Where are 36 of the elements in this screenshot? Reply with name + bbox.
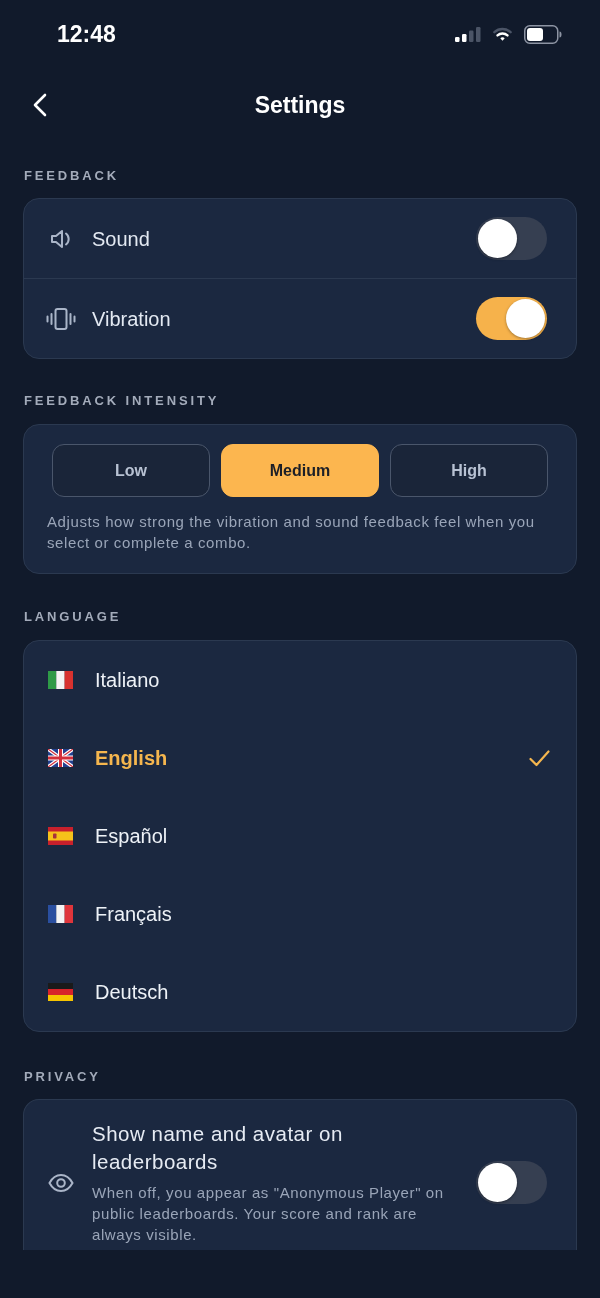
- flag-icon: [48, 749, 73, 767]
- language-option[interactable]: Deutsch: [95, 977, 169, 1007]
- help-text: When off, you appear as "Anonymous Player" on public leaderboards. Your score and rank are always visible.: [92, 1183, 445, 1245]
- section-heading: PRIVACY: [23, 1069, 102, 1085]
- flag-icon: [48, 905, 73, 923]
- section-heading: FEEDBACK: [23, 168, 121, 184]
- battery-icon: [524, 24, 562, 44]
- flag-icon: [48, 983, 73, 1001]
- intensity-option[interactable]: Medium: [221, 444, 379, 497]
- check-icon: [529, 749, 550, 767]
- language-option[interactable]: English: [95, 743, 168, 773]
- setting-label: Show name and avatar on leaderboards: [92, 1121, 344, 1175]
- toggle-switch[interactable]: [476, 1161, 547, 1204]
- wifi-icon: [493, 27, 512, 41]
- language-option[interactable]: Italiano: [95, 665, 160, 695]
- section-heading: FEEDBACK INTENSITY: [23, 393, 221, 409]
- setting-label: Sound: [92, 226, 150, 252]
- eye-icon: [48, 1173, 74, 1192]
- flag-icon: [48, 827, 73, 845]
- signal-icon: [455, 26, 481, 42]
- setting-label: Vibration: [92, 306, 171, 332]
- intensity-option[interactable]: High: [390, 444, 548, 497]
- help-text: Adjusts how strong the vibration and sound feedback feel when you select or complete a combo.: [47, 512, 536, 553]
- toggle-switch[interactable]: [476, 297, 547, 340]
- status-time: 12:48: [57, 22, 116, 46]
- page-title: Settings: [254, 90, 346, 120]
- back-icon: [33, 93, 47, 117]
- flag-icon: [48, 671, 73, 689]
- back-button[interactable]: [33, 93, 47, 117]
- language-option[interactable]: Español: [95, 821, 168, 851]
- vibration-icon: [46, 307, 76, 330]
- section-heading: LANGUAGE: [23, 609, 123, 625]
- toggle-switch[interactable]: [476, 217, 547, 260]
- language-option[interactable]: Français: [95, 899, 172, 929]
- intensity-option[interactable]: Low: [52, 444, 210, 497]
- speaker-icon: [50, 227, 72, 250]
